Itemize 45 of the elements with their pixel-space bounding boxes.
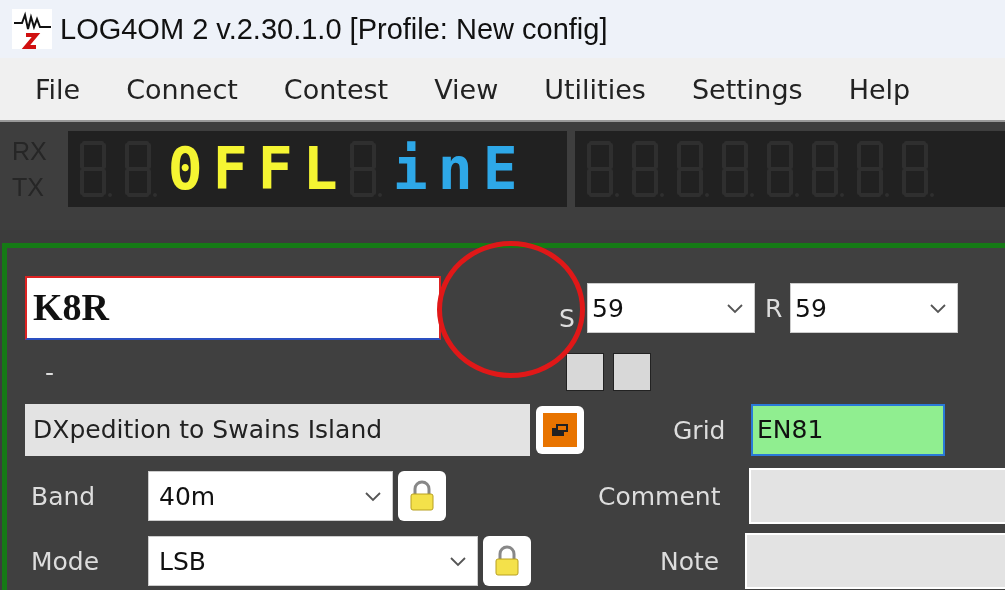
mode-label: Mode bbox=[30, 546, 101, 576]
menu-item[interactable]: Connect bbox=[113, 73, 251, 105]
note-label: Note bbox=[660, 546, 721, 576]
chevron-down-icon bbox=[929, 301, 947, 315]
name-text: - bbox=[44, 357, 56, 387]
display-character: F bbox=[211, 139, 249, 199]
comment-field[interactable] bbox=[749, 468, 1005, 524]
padlock-icon bbox=[493, 545, 521, 577]
dropdown[interactable]: 40m bbox=[148, 471, 393, 521]
sent-label: S bbox=[559, 303, 576, 333]
menu-item[interactable]: Utilities bbox=[531, 73, 659, 105]
menu-item[interactable]: Settings bbox=[678, 73, 816, 105]
dropdown[interactable]: 59 bbox=[790, 283, 958, 333]
grid-field[interactable]: EN81 bbox=[751, 404, 945, 456]
menu-item[interactable]: View bbox=[421, 73, 512, 105]
band-label: Band bbox=[30, 481, 97, 511]
comment-label: Comment bbox=[598, 481, 722, 511]
display-character: n bbox=[436, 139, 474, 199]
menu-item[interactable]: File bbox=[22, 73, 94, 105]
display-character: 0 bbox=[166, 139, 204, 199]
lock-button[interactable] bbox=[398, 471, 446, 521]
app-logo-icon bbox=[12, 9, 52, 49]
chevron-down-icon bbox=[726, 301, 744, 315]
grid-label: Grid bbox=[673, 415, 727, 445]
note-field[interactable] bbox=[745, 533, 1005, 589]
lookup-button[interactable] bbox=[536, 406, 584, 454]
display-character: F bbox=[256, 139, 294, 199]
chevron-down-icon bbox=[449, 554, 467, 568]
received-label: R bbox=[765, 293, 784, 323]
dropdown[interactable]: 59 bbox=[587, 283, 755, 333]
callsign-field[interactable]: K8R bbox=[25, 276, 441, 340]
display-character: E bbox=[481, 139, 519, 199]
chevron-down-icon bbox=[364, 489, 382, 503]
dropdown[interactable]: LSB bbox=[148, 536, 478, 586]
lock-button[interactable] bbox=[483, 536, 531, 586]
entity-field[interactable]: DXpedition to Swains Island bbox=[25, 404, 530, 456]
indicator-square bbox=[566, 353, 604, 391]
window-title: LOG4OM 2 v.2.30.1.0 [Profile: New config] bbox=[60, 12, 608, 46]
menu-item[interactable]: Contest bbox=[270, 73, 402, 105]
display-character: i bbox=[391, 139, 429, 199]
padlock-icon bbox=[408, 480, 436, 512]
display-character: L bbox=[301, 139, 339, 199]
cards-icon bbox=[550, 422, 570, 438]
menu-item[interactable]: Help bbox=[835, 73, 924, 105]
indicator-square bbox=[613, 353, 651, 391]
